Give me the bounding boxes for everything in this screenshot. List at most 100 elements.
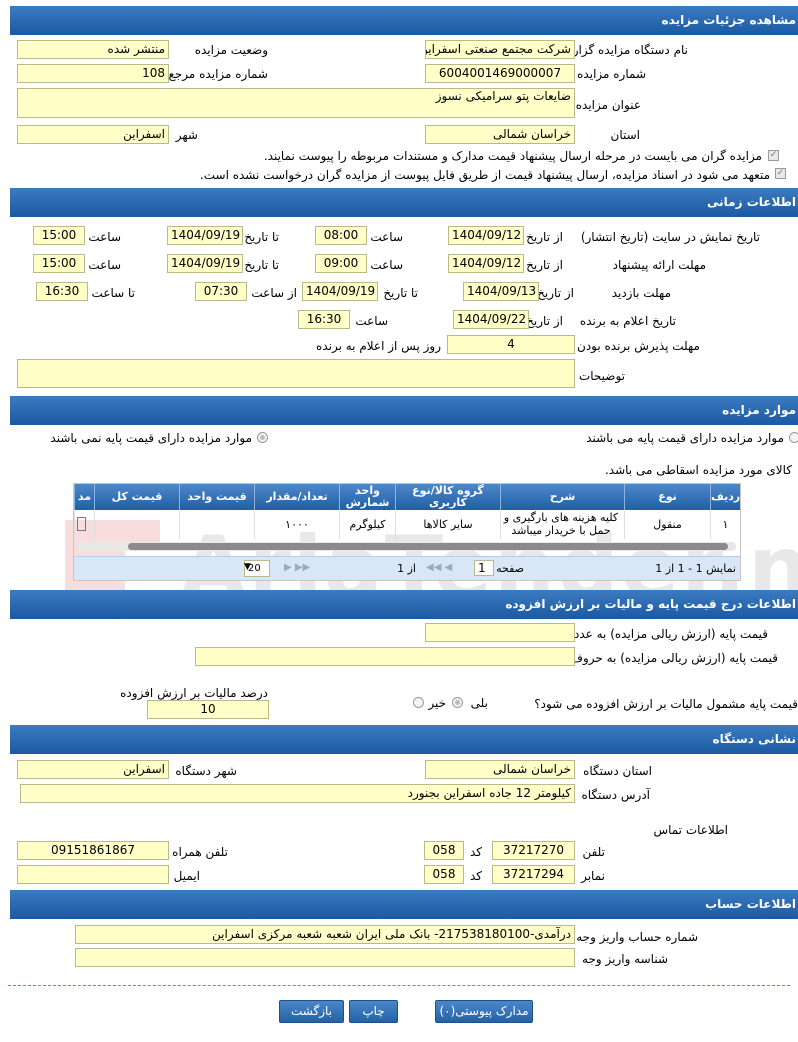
pager-of-label: از 1 (397, 562, 416, 575)
visit-to-date-field[interactable]: 1404/09/19 (302, 282, 378, 301)
email-field[interactable] (17, 865, 169, 884)
org-address-label: آدرس دستگاه (581, 788, 650, 802)
announce-date-field[interactable]: 1404/09/22 (453, 310, 529, 329)
account-number-label: شماره حساب واریز وجه (576, 930, 698, 944)
pager-info: نمایش 1 - 1 از 1 (655, 562, 736, 575)
cell-more[interactable] (74, 511, 94, 539)
col-header-qty: تعداد/مقدار (254, 484, 339, 510)
no-base-price-label: موارد مزایده دارای قیمت پایه نمی باشند (50, 431, 252, 445)
vat-question-label: قیمت پایه مشمول مالیات بر ارزش افزوده می… (534, 697, 798, 711)
pager-prev-icon[interactable]: ▶ ▶▶ (284, 562, 310, 573)
visit-from-label: از تاریخ (537, 286, 574, 300)
vat-no-radio[interactable] (413, 697, 424, 708)
display-to-date-field[interactable]: 1404/09/19 (167, 226, 243, 245)
vat-yes-radio[interactable] (452, 697, 463, 708)
base-price-number-label: قیمت پایه (ارزش ریالی مزایده) به عدد (573, 627, 768, 641)
vat-percent-label: درصد مالیات بر ارزش افزوده (120, 686, 268, 700)
city-label: شهر (175, 128, 198, 142)
auction-number-label: شماره مزایده (577, 67, 646, 81)
vat-yes-label: بلی (470, 696, 488, 710)
offer-deadline-label: مهلت ارائه پیشنهاد (612, 258, 706, 272)
pager-page-label: صفحه (496, 562, 524, 575)
display-from-date-field[interactable]: 1404/09/12 (448, 226, 524, 245)
org-city-field[interactable]: اسفراین (17, 760, 169, 779)
city-field[interactable]: اسفراین (17, 125, 169, 144)
cell-total-price (94, 511, 179, 539)
contact-info-label: اطلاعات تماس (653, 823, 728, 837)
org-province-field[interactable]: خراسان شمالی (425, 760, 575, 779)
visit-from-time-field[interactable]: 07:30 (195, 282, 247, 301)
ref-number-field[interactable]: 108 (17, 64, 169, 83)
has-base-price-radio[interactable] (789, 432, 798, 443)
section-header-items: موارد مزایده (10, 396, 798, 425)
announce-date-label: تاریخ اعلام به برنده (579, 314, 676, 328)
base-price-number-field[interactable] (425, 623, 575, 642)
col-header-group: گروه کالا/نوع کاربری (395, 484, 500, 510)
offer-to-time-field[interactable]: 15:00 (33, 254, 85, 273)
payment-id-field[interactable] (75, 948, 575, 967)
offer-from-date-field[interactable]: 1404/09/12 (448, 254, 524, 273)
section-header-details: مشاهده جزئیات مزایده (10, 6, 798, 35)
has-base-price-label: موارد مزایده دارای قیمت پایه می باشند (586, 431, 784, 445)
display-from-time-field[interactable]: 08:00 (315, 226, 367, 245)
section-header-address: نشانی دستگاه (10, 725, 798, 754)
visit-deadline-label: مهلت بازدید (611, 286, 671, 300)
cell-desc: کلیه هزینه های بارگیری و حمل با خریدار م… (500, 511, 624, 539)
fax-field[interactable]: 37217294 (492, 865, 575, 884)
col-header-row: ردیف (710, 484, 740, 510)
display-date-label: تاریخ نمایش در سایت (تاریخ انتشار) (580, 230, 760, 244)
section-header-timing: اطلاعات زمانی (10, 188, 798, 217)
auction-number-field[interactable]: 6004001469000007 (425, 64, 575, 83)
col-header-more: مد (74, 484, 94, 510)
offer-from-time-field[interactable]: 09:00 (315, 254, 367, 273)
announce-time-field[interactable]: 16:30 (298, 310, 350, 329)
col-header-unit: واحد شمارش (339, 484, 395, 510)
grid-scrollbar-thumb[interactable] (128, 543, 728, 550)
org-field[interactable]: شرکت مجتمع صنعتی اسفراین (425, 40, 575, 59)
announce-from-label: از تاریخ (526, 314, 563, 328)
description-field[interactable] (17, 359, 575, 388)
base-price-text-label: قیمت پایه (ارزش ریالی مزایده) به حروف (570, 651, 778, 665)
email-label: ایمیل (173, 869, 200, 883)
phone-code-field[interactable]: 058 (424, 841, 464, 860)
status-field[interactable]: منتشر شده (17, 40, 169, 59)
phone-field[interactable]: 37217270 (492, 841, 575, 860)
back-button[interactable]: بازگشت (279, 1000, 344, 1023)
page-size-chevron-down-icon: ▼ (244, 562, 251, 572)
visit-from-date-field[interactable]: 1404/09/13 (463, 282, 539, 301)
base-price-text-field[interactable] (195, 647, 575, 666)
grid-scrollbar[interactable] (78, 542, 736, 551)
attachments-button[interactable]: مدارک پیوستی(۰) (435, 1000, 533, 1023)
offer-to-date-field[interactable]: 1404/09/19 (167, 254, 243, 273)
payment-id-label: شناسه واریز وجه (582, 952, 668, 966)
offer-from-time-label: ساعت (370, 258, 403, 272)
account-number-field[interactable]: درآمدی-217538180100- بانک ملی ایران شعبه… (75, 925, 575, 944)
col-header-total-price: قیمت کل (94, 484, 179, 510)
display-to-time-field[interactable]: 15:00 (33, 226, 85, 245)
fax-label: نمابر (581, 869, 605, 883)
province-label: استان (610, 128, 640, 142)
province-field[interactable]: خراسان شمالی (425, 125, 575, 144)
visit-to-time-label: تا ساعت (91, 286, 135, 300)
offer-from-label: از تاریخ (526, 258, 563, 272)
display-from-time-label: ساعت (370, 230, 403, 244)
description-label: توضیحات (578, 369, 625, 383)
no-file-offer-checkbox[interactable]: ✓ (775, 168, 786, 179)
col-header-type: نوع (624, 484, 710, 510)
subject-field[interactable]: ضایعات پتو سرامیکی نسوز (17, 88, 575, 118)
pager-page-input[interactable]: 1 (474, 560, 494, 576)
org-address-field[interactable]: کیلومتر 12 جاده اسفراین بجنورد (20, 784, 575, 803)
visit-to-time-field[interactable]: 16:30 (36, 282, 88, 301)
grid-pager: نمایش 1 - 1 از 1 صفحه 1 از 1 ◀◀ ◀ ▶ ▶▶ 2… (74, 556, 740, 580)
no-base-price-radio[interactable] (257, 432, 268, 443)
attach-docs-checkbox[interactable]: ✓ (768, 150, 779, 161)
pager-next-icon[interactable]: ◀◀ ◀ (426, 562, 452, 573)
vat-percent-field[interactable]: 10 (147, 700, 269, 719)
mobile-field[interactable]: 09151861867 (17, 841, 169, 860)
display-to-label: تا تاریخ (244, 230, 279, 244)
print-button[interactable]: چاپ (349, 1000, 398, 1023)
ref-number-label: شماره مزایده مرجع (168, 67, 268, 81)
fax-code-field[interactable]: 058 (424, 865, 464, 884)
accept-days-field[interactable]: 4 (447, 335, 575, 354)
cell-qty: ۱۰۰۰ (254, 511, 339, 539)
